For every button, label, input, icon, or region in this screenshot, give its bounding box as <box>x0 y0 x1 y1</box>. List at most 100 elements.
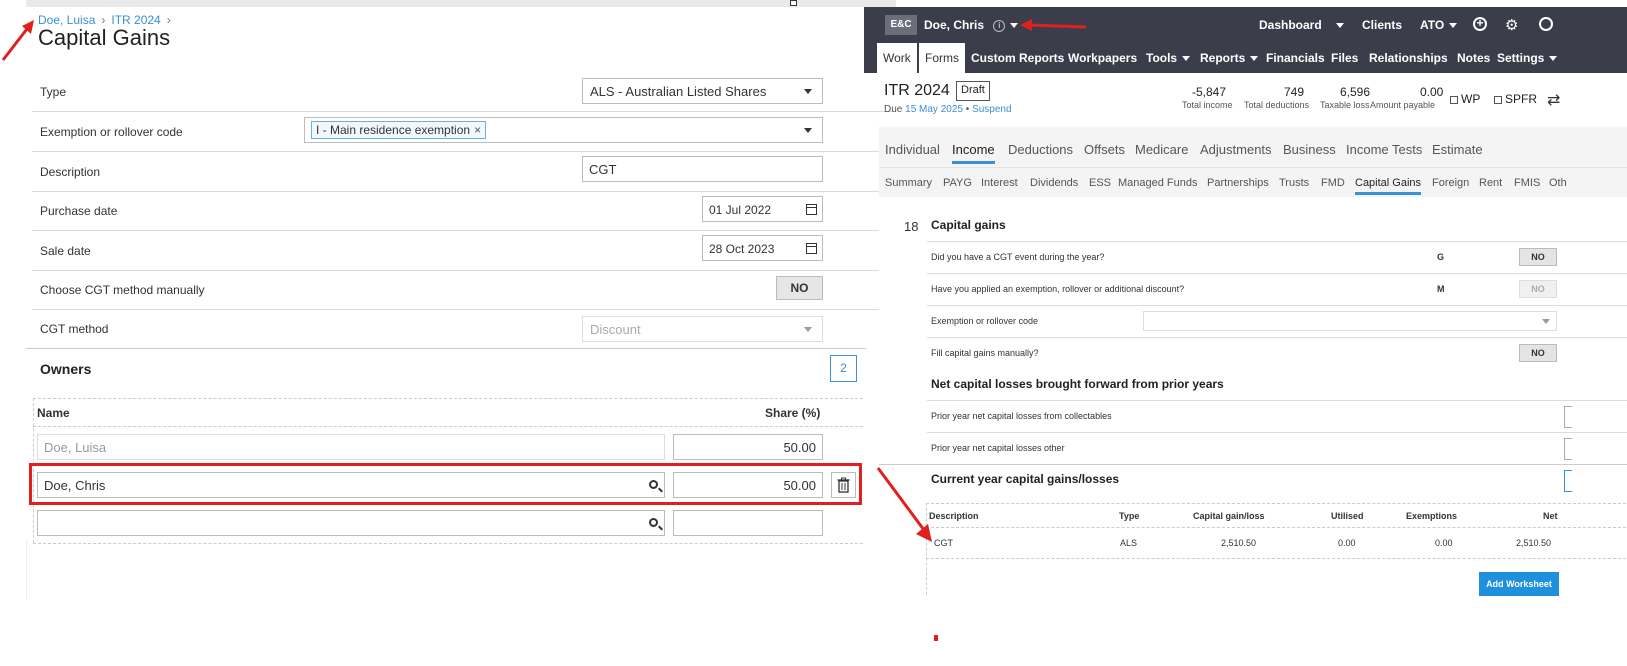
subtab-rent[interactable]: Rent <box>1479 177 1502 189</box>
swap-icon[interactable]: ⇄ <box>1547 90 1560 110</box>
chevron-down-icon <box>804 128 812 133</box>
prior-losses-collectables-input[interactable] <box>1564 406 1572 428</box>
tab-individual[interactable]: Individual <box>885 142 940 157</box>
tab-deductions[interactable]: Deductions <box>1008 142 1073 157</box>
search-icon[interactable] <box>649 518 658 527</box>
tab-income[interactable]: Income <box>952 142 995 164</box>
info-icon[interactable]: i <box>993 19 1006 32</box>
subtab-other[interactable]: Oth <box>1549 177 1567 189</box>
subtab-summary[interactable]: Summary <box>885 177 932 189</box>
current-year-count[interactable] <box>1564 470 1572 492</box>
calendar-icon[interactable] <box>806 243 817 254</box>
menu-reports[interactable]: Reports <box>1200 51 1259 65</box>
exemption-select[interactable]: I - Main residence exemption × <box>304 117 823 143</box>
subtab-dividends[interactable]: Dividends <box>1030 177 1078 189</box>
exemption-applied-question: Have you applied an exemption, rollover … <box>931 284 1185 294</box>
cg-cell-utilised: 0.00 <box>1338 538 1356 548</box>
nav-ato[interactable]: ATO <box>1420 18 1458 32</box>
remove-chip-icon[interactable]: × <box>474 123 481 137</box>
subtab-ess[interactable]: ESS <box>1089 177 1111 189</box>
section-number: 18 <box>904 219 919 234</box>
firm-logo[interactable]: E&C <box>885 15 917 35</box>
col-share-header: Share (%) <box>765 406 821 420</box>
tab-income-tests[interactable]: Income Tests <box>1346 142 1422 157</box>
description-row: Description CGT <box>32 152 896 192</box>
tab-estimate[interactable]: Estimate <box>1432 142 1483 157</box>
menu-forms[interactable]: Forms <box>919 43 965 73</box>
spfr-checkbox[interactable]: SPFR <box>1494 92 1537 106</box>
cg-table-header-divider <box>926 527 1626 528</box>
cgt-event-row: Did you have a CGT event during the year… <box>927 241 1627 273</box>
sale-date-input[interactable]: 28 Oct 2023 <box>702 235 823 261</box>
tab-adjustments[interactable]: Adjustments <box>1200 142 1272 157</box>
cgt-event-toggle[interactable]: NO <box>1519 248 1557 266</box>
menu-files[interactable]: Files <box>1331 51 1358 65</box>
capital-gains-section: 18 Capital gains Did you have a CGT even… <box>879 197 1627 666</box>
stat-taxable-loss-label: Taxable loss <box>1320 100 1370 110</box>
type-row: Type ALS - Australian Listed Shares <box>32 72 896 112</box>
calendar-icon[interactable] <box>806 204 817 215</box>
tab-offsets[interactable]: Offsets <box>1084 142 1125 157</box>
client-switcher[interactable]: Doe, Chris i <box>924 18 1019 32</box>
tab-business[interactable]: Business <box>1283 142 1336 157</box>
chevron-down-icon <box>1250 56 1259 62</box>
wp-checkbox[interactable]: WP <box>1450 92 1480 106</box>
current-year-title: Current year capital gains/losses <box>931 472 1120 486</box>
subtab-foreign[interactable]: Foreign <box>1432 177 1469 189</box>
subtab-payg[interactable]: PAYG <box>943 177 972 189</box>
purchase-date-input[interactable]: 01 Jul 2022 <box>702 196 823 222</box>
due-line: Due 15 May 2025 • Suspend <box>884 104 1012 115</box>
due-date-link[interactable]: 15 May 2025 <box>905 104 963 115</box>
manual-method-toggle[interactable]: NO <box>776 276 823 300</box>
gear-icon[interactable]: ⚙ <box>1505 16 1518 34</box>
subtab-fmd[interactable]: FMD <box>1321 177 1345 189</box>
menu-notes[interactable]: Notes <box>1457 51 1490 65</box>
menu-custom-reports[interactable]: Custom Reports <box>971 51 1064 65</box>
menu-workpapers[interactable]: Workpapers <box>1068 51 1137 65</box>
owners-header-divider <box>33 426 863 427</box>
user-icon[interactable] <box>1539 17 1553 31</box>
menu-work[interactable]: Work <box>877 43 917 73</box>
owner-name-input-3[interactable] <box>37 510 665 536</box>
subtab-fmis[interactable]: FMIS <box>1514 177 1540 189</box>
nav-clients[interactable]: Clients <box>1362 18 1402 32</box>
menu-tools[interactable]: Tools <box>1146 51 1191 65</box>
description-label: Description <box>40 165 101 179</box>
owners-count-badge[interactable]: 2 <box>830 355 857 382</box>
col-name-header: Name <box>37 406 70 420</box>
subtab-managed-funds[interactable]: Managed Funds <box>1118 177 1198 189</box>
menu-financials[interactable]: Financials <box>1266 51 1325 65</box>
add-icon[interactable]: + <box>1473 17 1487 31</box>
subtab-trusts[interactable]: Trusts <box>1279 177 1309 189</box>
menu-relationships[interactable]: Relationships <box>1369 51 1448 65</box>
menu-settings[interactable]: Settings <box>1497 51 1558 65</box>
owner-share-input-1[interactable]: 50.00 <box>673 434 823 460</box>
type-select[interactable]: ALS - Australian Listed Shares <box>582 78 823 104</box>
exemption-applied-toggle[interactable]: NO <box>1519 280 1557 298</box>
cgt-method-select[interactable]: Discount <box>582 316 823 342</box>
highlight-box <box>29 463 862 505</box>
cg-cell-exemptions: 0.00 <box>1435 538 1453 548</box>
prior-losses-collectables-row: Prior year net capital losses from colle… <box>927 400 1627 432</box>
fill-manually-row: Fill capital gains manually? NO <box>927 337 1627 369</box>
fill-manually-toggle[interactable]: NO <box>1519 344 1557 362</box>
tab-medicare[interactable]: Medicare <box>1135 142 1188 157</box>
nav-dashboard[interactable]: Dashboard <box>1259 18 1344 32</box>
chevron-down-icon <box>804 89 812 94</box>
suspend-link[interactable]: Suspend <box>972 104 1011 115</box>
owner-name-input-1[interactable]: Doe, Luisa <box>37 434 665 460</box>
exemption-code-select[interactable] <box>1143 311 1557 331</box>
subtab-capital-gains[interactable]: Capital Gains <box>1355 177 1422 195</box>
prior-losses-other-input[interactable] <box>1564 438 1572 460</box>
exemption-row: Exemption or rollover code I - Main resi… <box>32 112 896 152</box>
owner-share-input-3[interactable] <box>673 510 823 536</box>
stat-total-deductions-value: 749 <box>1284 85 1305 99</box>
subtab-partnerships[interactable]: Partnerships <box>1207 177 1269 189</box>
add-worksheet-button[interactable]: Add Worksheet <box>1479 572 1559 596</box>
description-input[interactable]: CGT <box>582 156 823 182</box>
cg-cell-capital-gain: 2,510.50 <box>1221 538 1257 548</box>
income-category-tabs: Individual Income Deductions Offsets Med… <box>879 127 1627 167</box>
fill-manually-question: Fill capital gains manually? <box>931 348 1039 358</box>
subtab-interest[interactable]: Interest <box>981 177 1018 189</box>
window-handle[interactable] <box>790 0 797 6</box>
